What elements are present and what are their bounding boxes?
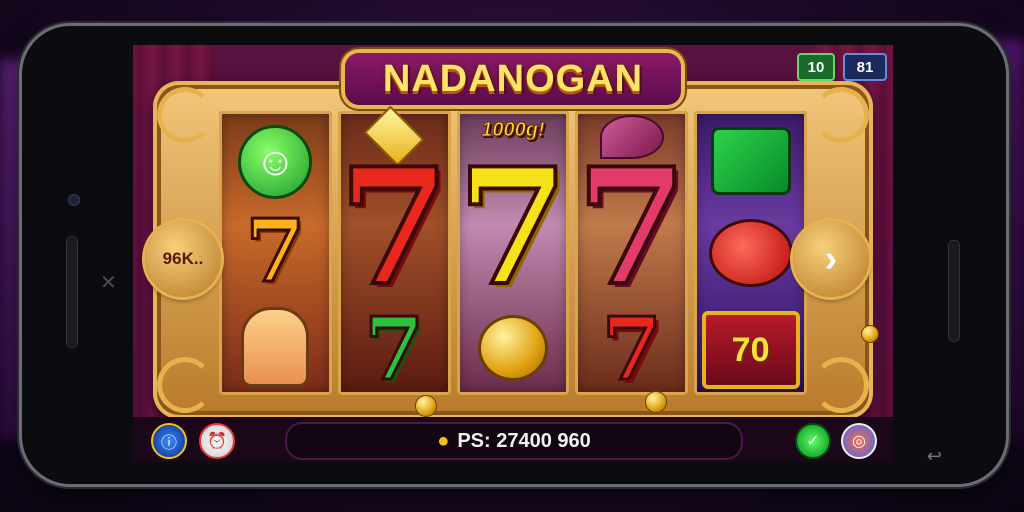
balance-text: PS: 27400 960 [457,429,591,452]
game-screen: NADANOGAN 10 81 ☺ 7 7 7 1000g! 7 7 7 70 [133,45,893,462]
seven-symbol: 7 [574,133,689,321]
settings-icon[interactable]: ◎ [841,423,877,459]
reel-3: 1000g! 7 [455,111,571,395]
reel-area[interactable]: ☺ 7 7 7 1000g! 7 7 7 70 [219,105,807,400]
volume-slot [948,240,960,342]
gold-bell-icon [477,315,548,381]
coins-icon: ● [437,429,450,452]
coin-icon [861,325,879,343]
flag-icon [710,127,791,195]
reel-4: 7 7 [574,111,689,400]
ornament-icon [813,87,869,143]
seven-symbol: 7 [363,299,426,400]
prize-plate: 70 [701,311,800,389]
reel-1: ☺ 7 [219,111,332,395]
ornament-icon [157,357,213,413]
level-badge[interactable]: 10 [797,53,835,81]
seven-symbol: 7 [244,201,307,302]
bet-button[interactable]: 96K.. [145,221,221,297]
camera-icon [68,194,80,206]
reel-2: 7 7 [337,105,452,400]
ornament-icon [157,87,213,143]
ornament-icon [813,357,869,413]
coin-icon [645,391,667,413]
check-icon[interactable]: ✓ [795,423,831,459]
smiley-face-icon: ☺ [238,125,313,199]
game-title: NADANOGAN [345,53,681,105]
seven-symbol: 7 [600,299,663,400]
back-gesture-icon[interactable]: ↩ [927,446,942,467]
reel-5: 70 [694,111,807,395]
speaker-slot [66,236,78,348]
close-icon[interactable]: ✕ [100,270,124,294]
cartoon-character-icon [241,307,310,387]
balance-display: ● PS: 27400 960 [285,422,743,460]
seven-symbol: 7 [455,133,570,321]
coin-icon [415,395,437,417]
alarm-icon[interactable]: ⏰ [199,423,235,459]
chevron-right-icon[interactable]: › [793,221,869,297]
red-swirl-icon [708,219,793,287]
seven-symbol: 7 [337,133,452,321]
info-icon[interactable]: ⓘ [151,423,187,459]
counter-badge[interactable]: 81 [843,53,887,81]
